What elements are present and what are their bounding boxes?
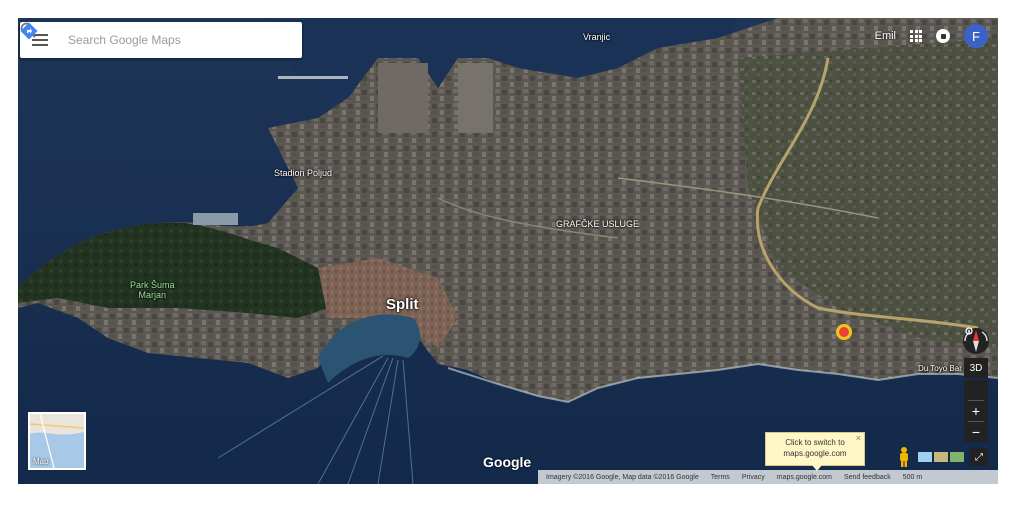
notifications-icon[interactable] — [936, 29, 950, 43]
map-label-grafcke: GRAFČKE USLUGE — [556, 219, 640, 229]
expand-icon[interactable]: ⤢ — [970, 448, 988, 466]
terms-link[interactable]: Terms — [711, 474, 730, 481]
search-icon[interactable] — [20, 22, 258, 50]
place-label: Emil — [874, 30, 896, 42]
tooltip-line1: Click to switch to — [785, 438, 845, 447]
map-type-toggle[interactable]: Map — [28, 412, 86, 470]
privacy-link[interactable]: Privacy — [742, 474, 765, 481]
zoom-out-button[interactable]: − — [964, 422, 988, 442]
imagery-credit: Imagery ©2016 Google, Map data ©2016 Goo… — [546, 473, 699, 481]
map-canvas[interactable]: Emil F Vranjic Stadion Poljud Park Šuma … — [18, 18, 998, 484]
satellite-imagery — [18, 18, 998, 484]
directions-icon[interactable] — [20, 22, 292, 49]
bottom-right-controls: ⤢ — [896, 446, 988, 468]
map-controls: 3D + − — [963, 326, 989, 442]
search-box — [20, 22, 302, 58]
tooltip-line2: maps.google.com — [783, 449, 847, 458]
minimap-label: Map — [33, 457, 49, 466]
layers-icon[interactable] — [918, 452, 964, 462]
feedback-link[interactable]: Send feedback — [844, 474, 891, 481]
header-right: Emil F — [875, 24, 988, 48]
zoom-controls: + − — [964, 327, 988, 442]
pegman-icon[interactable] — [896, 446, 912, 468]
zoom-in-button[interactable]: + — [964, 401, 988, 421]
map-label-vranjic: Vranjic — [583, 32, 611, 42]
switch-tooltip[interactable]: × Click to switch to maps.google.com — [765, 432, 865, 471]
map-label-du-toyo: Du Toyo Bar — [918, 364, 962, 373]
3d-button[interactable]: 3D — [964, 358, 988, 378]
scale-label[interactable]: 500 m — [903, 474, 922, 481]
maps-link[interactable]: maps.google.com — [777, 474, 832, 481]
apps-grid-icon[interactable] — [910, 30, 922, 42]
close-icon[interactable]: × — [856, 433, 861, 444]
google-logo: Google — [483, 454, 532, 470]
location-icon[interactable] — [964, 327, 988, 400]
map-label-split: Split — [386, 296, 419, 313]
map-label-park: Park Šuma Marjan — [130, 280, 175, 300]
location-pin-icon[interactable] — [834, 322, 854, 342]
attribution-bar: Imagery ©2016 Google, Map data ©2016 Goo… — [538, 470, 998, 484]
search-input[interactable] — [66, 32, 230, 48]
avatar[interactable]: F — [964, 24, 988, 48]
map-label-stadion: Stadion Poljud — [274, 168, 333, 178]
